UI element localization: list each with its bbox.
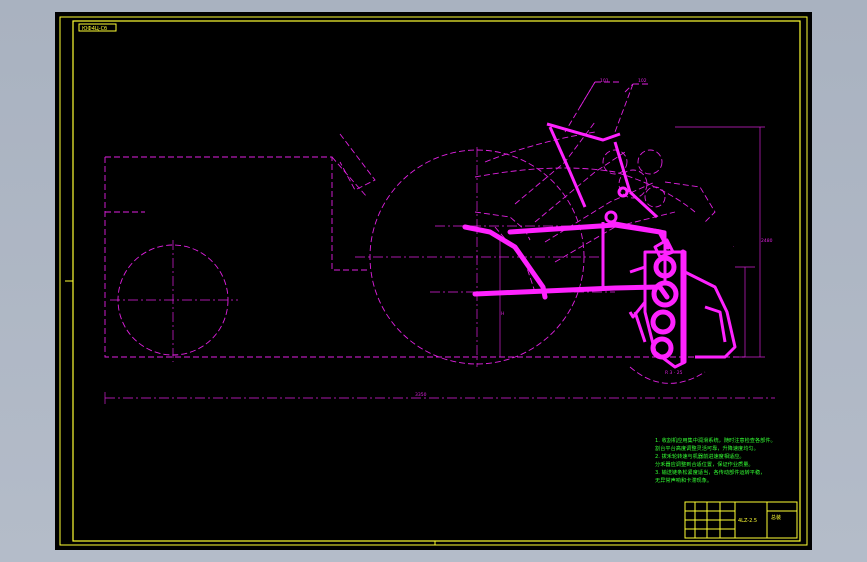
cad-drawing: ЮФ4Ц-Сб 3350 H 101 102 2480 · R 3 · 25 1…	[59, 16, 808, 546]
swing-arc: R 3 · 25	[629, 366, 706, 384]
svg-text:101: 101	[600, 78, 609, 84]
title-block: 4LZ-2.5 总装	[684, 501, 798, 539]
height-dimensions: 2480 ·	[675, 126, 773, 358]
main-drum: H	[355, 147, 615, 367]
note-3: 2. 拨禾轮转速与机器前进速度相适应。	[655, 452, 745, 460]
code-label: ЮФ4Ц-Сб	[82, 26, 107, 32]
note-2: 割台平台高度调整灵活可靠，升降速度均匀。	[655, 444, 759, 452]
note-5: 3. 输送链条松紧度适当，各传动部件运转平稳，	[655, 468, 765, 476]
drawing-sheet: ЮФ4Ц-Сб 3350 H 101 102 2480 · R 3 · 25 1…	[55, 12, 812, 550]
drawing-title: 4LZ-2.5	[738, 518, 757, 524]
reel-assembly: 101 102	[474, 78, 716, 293]
note-4: 分禾器应调整到合适位置，保证作业质量。	[655, 460, 754, 468]
length-dimension: 3350	[415, 392, 427, 398]
note-1: 1. 收割机应用集中润滑系统，随时注意检查各部件。	[655, 436, 776, 444]
svg-text:R 3 · 25: R 3 · 25	[665, 370, 683, 376]
technical-notes: 1. 收割机应用集中润滑系统，随时注意检查各部件。 割台平台高度调整灵活可靠，升…	[655, 436, 776, 484]
note-6: 无异常声响和卡滞现象。	[655, 476, 712, 484]
front-wheel	[110, 240, 238, 362]
svg-text:102: 102	[638, 78, 647, 84]
svg-text:H: H	[501, 311, 504, 317]
sheet-number: 总装	[771, 514, 781, 521]
svg-text:·: ·	[733, 245, 734, 250]
svg-text:2480: 2480	[761, 238, 773, 244]
rear-conveyor	[628, 238, 737, 369]
